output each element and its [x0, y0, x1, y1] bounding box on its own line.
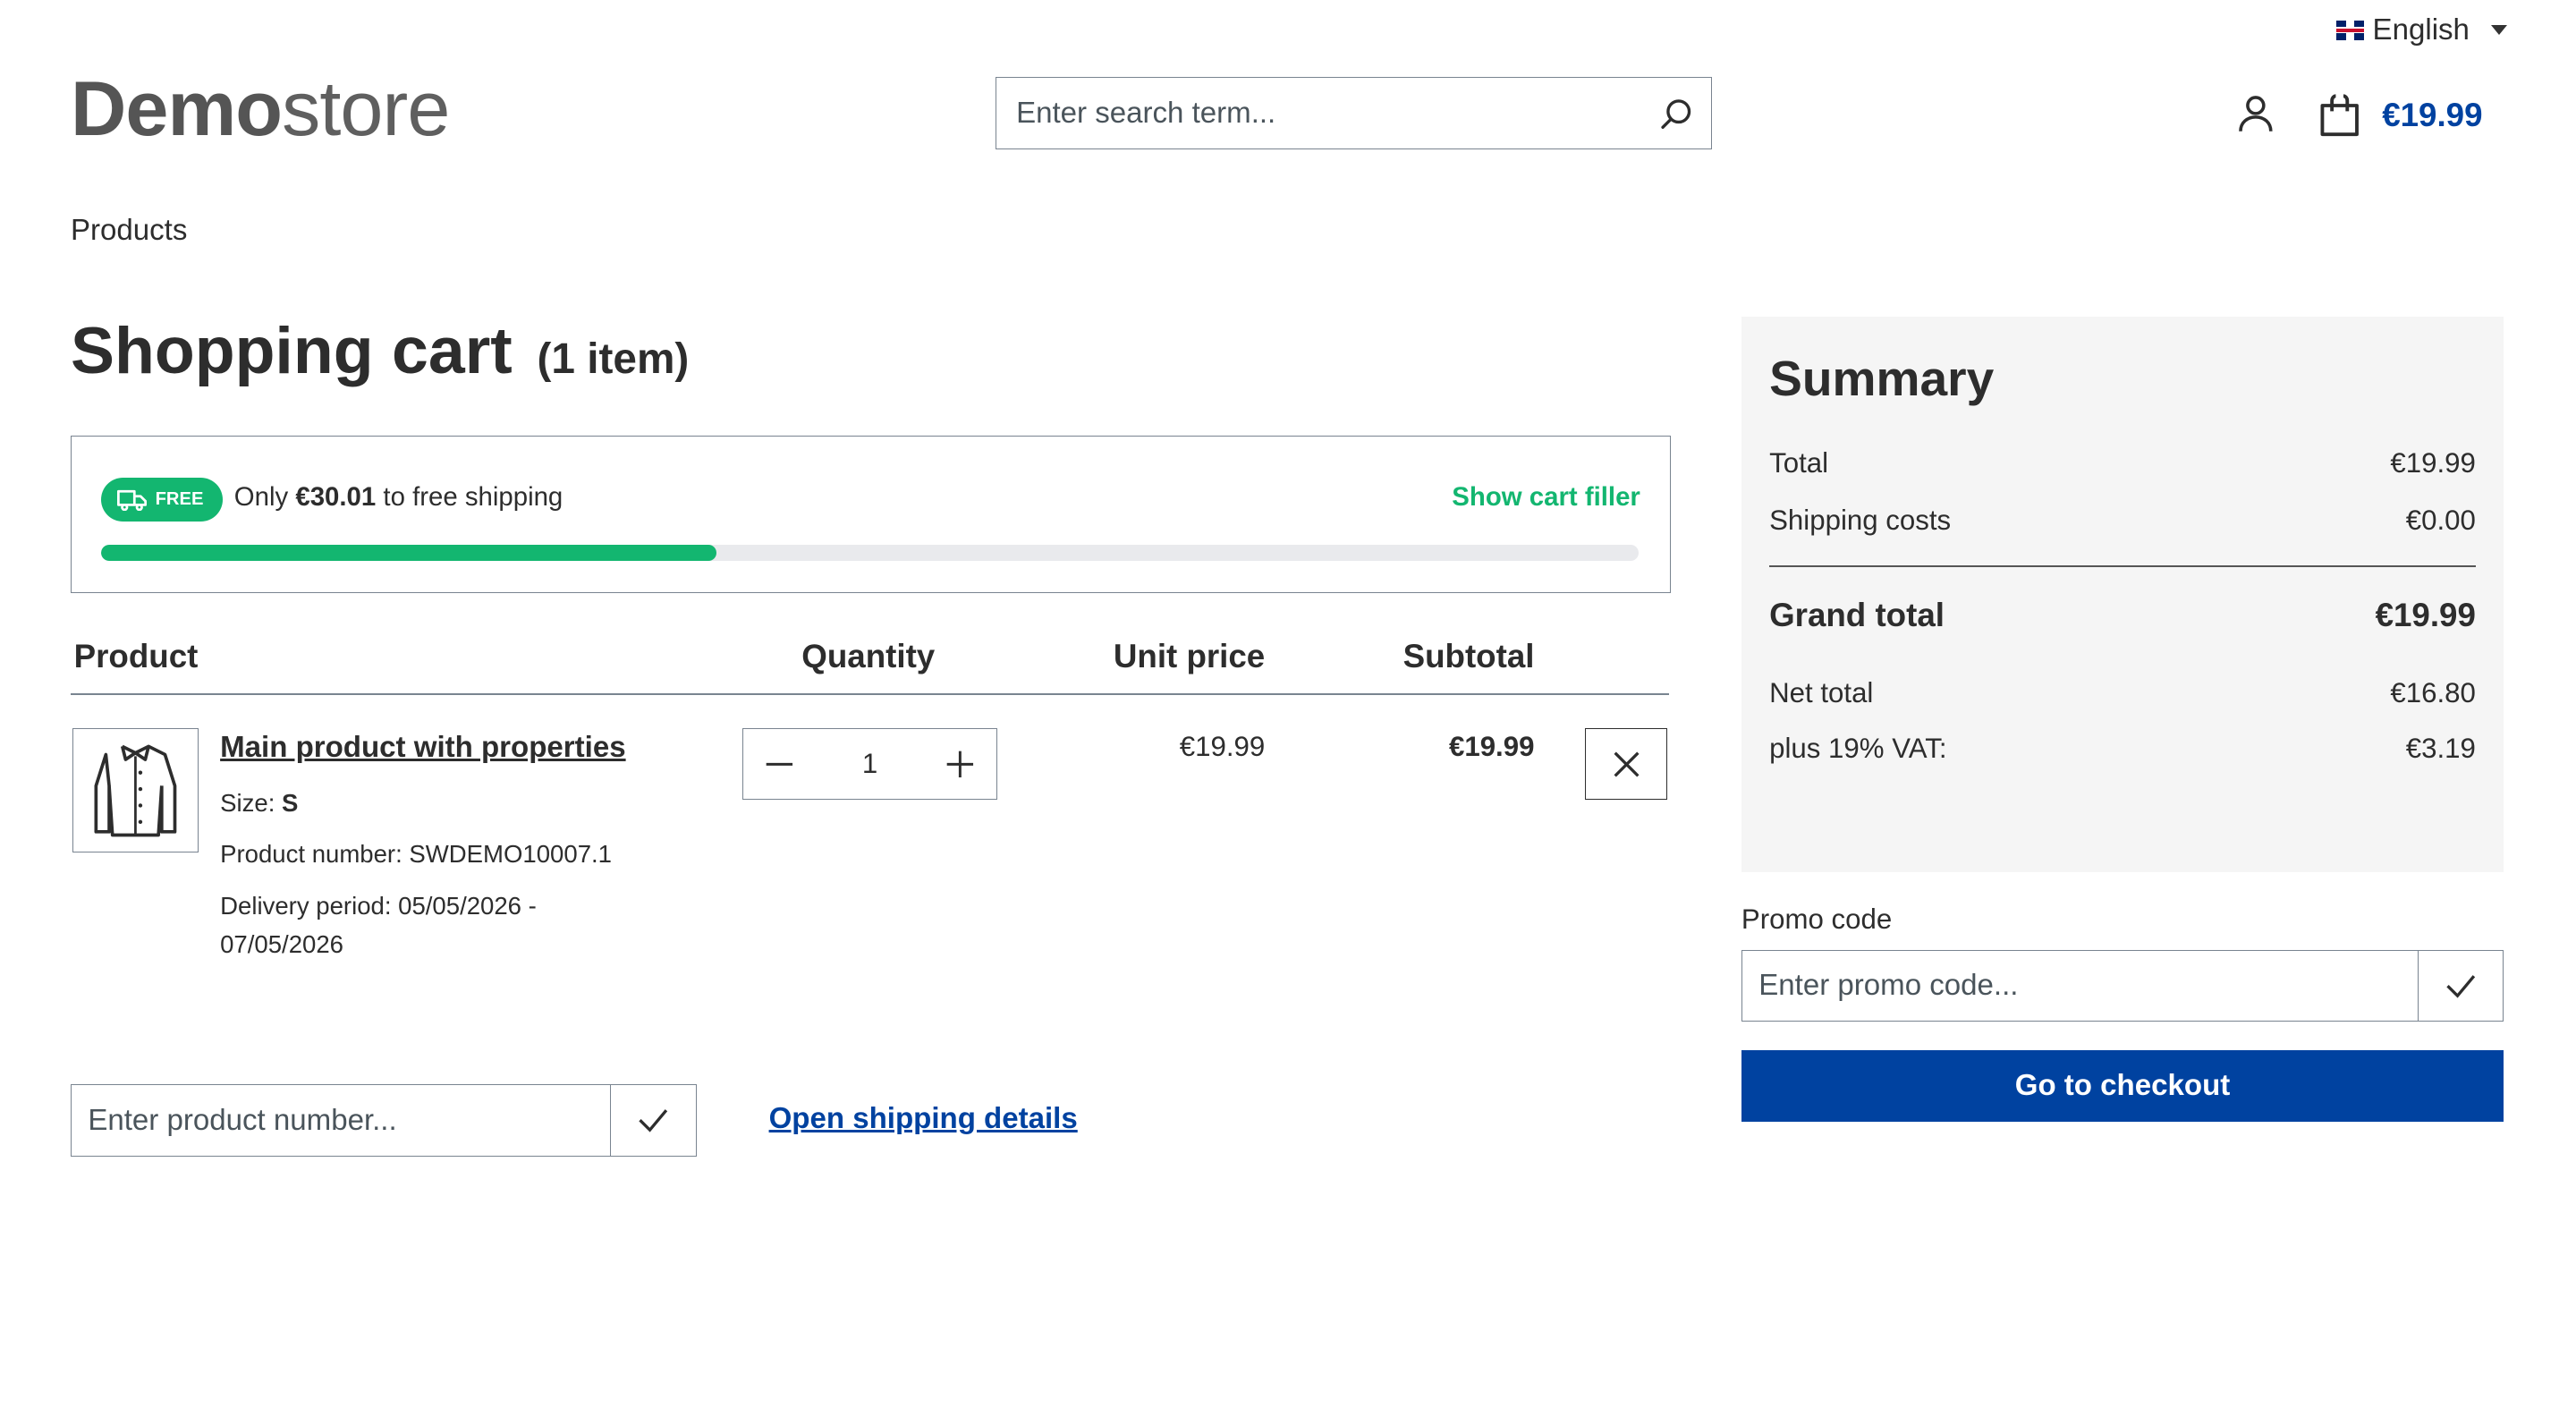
product-number-input[interactable]: [71, 1085, 611, 1157]
cart-button[interactable]: €19.99: [2317, 92, 2483, 138]
apply-promo-button[interactable]: [2417, 950, 2504, 1022]
size-label: Size:: [220, 788, 275, 817]
quantity-stepper: 1: [742, 727, 997, 801]
shipping-progress-bar: [101, 544, 1640, 562]
size-value: S: [282, 788, 299, 817]
minus-icon[interactable]: [763, 748, 796, 781]
plus-icon[interactable]: [944, 748, 977, 781]
user-icon: [2239, 96, 2273, 131]
quantity-value[interactable]: 1: [862, 748, 877, 780]
shipping-remaining-amount: €30.01: [295, 482, 377, 513]
promo-code-input[interactable]: [1741, 950, 2418, 1022]
promo-code-form: [1741, 949, 2504, 1022]
page-title: Shopping cart (1 item): [71, 312, 689, 388]
summary-title: Summary: [1769, 351, 1995, 407]
go-to-checkout-button[interactable]: Go to checkout: [1741, 1049, 2504, 1123]
col-header-subtotal: Subtotal: [1402, 637, 1535, 674]
open-shipping-details-link[interactable]: Open shipping details: [769, 1102, 1078, 1136]
summary-divider: [1769, 564, 2476, 567]
search-bar: [996, 77, 1712, 150]
search-input[interactable]: [1013, 94, 1659, 132]
col-header-unit-price: Unit price: [1113, 637, 1266, 674]
shipping-prefix: Only: [233, 482, 289, 513]
search-icon[interactable]: [1658, 96, 1694, 131]
promo-code-label: Promo code: [1741, 903, 1893, 936]
free-shipping-box: FREE Only €30.01 to free shipping Show c…: [70, 435, 1671, 594]
breadcrumb[interactable]: Products: [71, 214, 187, 248]
total-label: Total: [1769, 446, 1829, 479]
show-cart-filler-link[interactable]: Show cart filler: [1452, 482, 1640, 513]
jacket-icon: [94, 744, 177, 836]
truck-icon: [117, 489, 148, 511]
page-title-text: Shopping cart: [70, 312, 513, 387]
shipping-costs-value: €0.00: [2405, 504, 2476, 536]
shipping-progress-fill: [101, 544, 716, 562]
total-value: €19.99: [2390, 446, 2476, 479]
summary-vat-row: plus 19% VAT: €3.19: [1769, 733, 2476, 765]
shipping-suffix: to free shipping: [383, 482, 564, 513]
close-icon: [1614, 751, 1640, 777]
item-count: (1 item): [537, 335, 690, 383]
cart-total: €19.99: [2382, 96, 2483, 133]
summary-grand-total-row: Grand total €19.99: [1769, 597, 2476, 634]
shipping-costs-label: Shipping costs: [1769, 504, 1952, 536]
net-total-label: Net total: [1769, 676, 1874, 708]
summary-net-row: Net total €16.80: [1769, 677, 2476, 709]
add-product-button[interactable]: [610, 1085, 696, 1157]
remove-item-button[interactable]: [1585, 727, 1668, 801]
delivery-period-line2: 07/05/2026: [220, 929, 343, 958]
chevron-down-icon: [2490, 25, 2507, 36]
order-summary: Summary Total €19.99 Shipping costs €0.0…: [1741, 317, 2504, 873]
line-subtotal: €19.99: [1448, 731, 1535, 763]
checkmark-icon: [2445, 974, 2475, 998]
grand-total-label: Grand total: [1769, 596, 1945, 633]
product-size: Size: S: [220, 789, 298, 818]
free-shipping-text: Only €30.01 to free shipping: [234, 482, 563, 513]
col-header-quantity: Quantity: [801, 637, 936, 674]
unit-price: €19.99: [1179, 731, 1266, 763]
summary-shipping-row: Shipping costs €0.00: [1769, 505, 2476, 537]
logo-bold-text: Demo: [70, 66, 283, 153]
delivery-period-line1: Delivery period: 05/05/2026 -: [220, 892, 537, 920]
col-header-product: Product: [73, 637, 199, 674]
product-image[interactable]: [72, 727, 199, 853]
logo-light-text: store: [282, 66, 450, 153]
net-total-value: €16.80: [2390, 676, 2476, 708]
add-product-form: [70, 1084, 697, 1158]
account-button[interactable]: [2234, 92, 2277, 142]
uk-flag-icon: [2336, 20, 2365, 40]
vat-value: €3.19: [2405, 733, 2476, 765]
language-selector[interactable]: English: [2336, 13, 2507, 47]
badge-text: FREE: [155, 488, 204, 509]
summary-total-row: Total €19.99: [1769, 447, 2476, 479]
product-name-link[interactable]: Main product with properties: [220, 731, 626, 765]
shopping-bag-icon: [2320, 94, 2359, 136]
checkmark-icon: [639, 1109, 668, 1133]
vat-label: plus 19% VAT:: [1769, 733, 1947, 765]
table-divider: [70, 693, 1670, 695]
language-label: English: [2372, 13, 2470, 47]
product-number: Product number: SWDEMO10007.1: [220, 839, 612, 868]
grand-total-value: €19.99: [2375, 596, 2476, 633]
store-logo[interactable]: Demostore: [70, 65, 450, 154]
free-shipping-badge: FREE: [101, 477, 224, 522]
